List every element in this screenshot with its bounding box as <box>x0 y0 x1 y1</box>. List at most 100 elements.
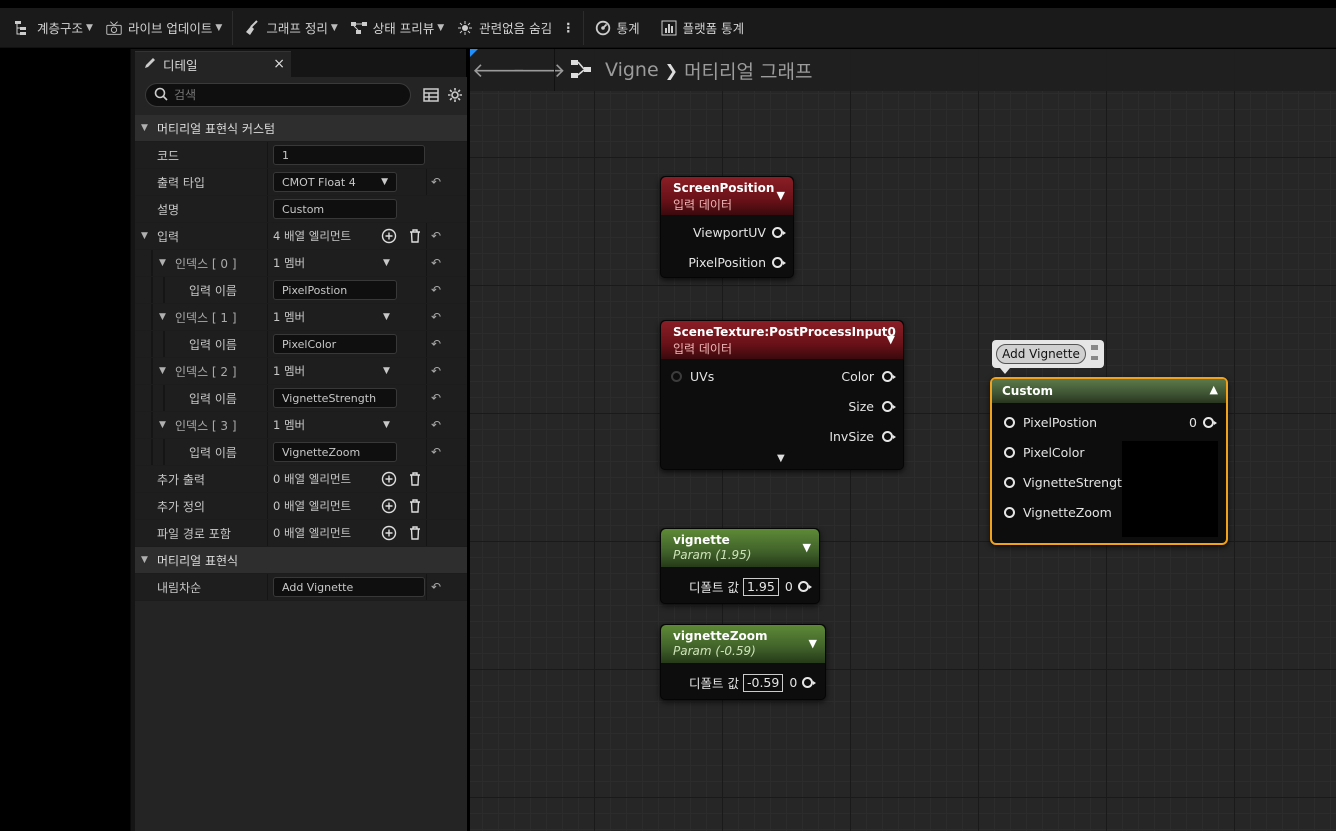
output-pin-invsize[interactable]: InvSize <box>829 429 896 444</box>
add-element-icon[interactable] <box>381 228 397 247</box>
input-name-field[interactable]: VignetteStrength <box>273 388 397 408</box>
output-type-dropdown[interactable]: CMOT Float 4 ▼ <box>273 172 397 192</box>
input-pin-uvs[interactable]: UVs <box>671 369 714 384</box>
node-custom[interactable]: Custom ▲ PixelPostion 0 PixelColor Vigne… <box>990 377 1228 545</box>
back-arrow-icon[interactable]: 🡐 <box>472 58 526 82</box>
clean-graph-button[interactable]: 그래프 정리 ▼ <box>237 8 343 47</box>
input-pin-pixelpostion[interactable]: PixelPostion <box>1004 415 1097 430</box>
category-material-expression[interactable]: ▼ 머티리얼 표현식 <box>135 547 467 574</box>
output-pin-icon[interactable] <box>797 581 812 592</box>
reset-icon[interactable]: ↶ <box>431 310 441 324</box>
breadcrumb-root[interactable]: Vigne <box>605 59 659 81</box>
trash-icon[interactable] <box>407 228 423 247</box>
chevron-down-icon[interactable]: ▼ <box>383 366 390 376</box>
reset-icon[interactable]: ↶ <box>431 364 441 378</box>
chevron-down-icon[interactable]: ▼ <box>383 312 390 322</box>
trash-icon[interactable] <box>407 525 423 544</box>
description-field[interactable]: Custom <box>273 199 397 219</box>
add-element-icon[interactable] <box>381 471 397 490</box>
platform-stats-button[interactable]: 플랫폼 통계 <box>654 8 750 47</box>
input-index-1[interactable]: ▼ 인덱스 [ 1 ] 1 멤버 ▼ ↶ <box>135 304 467 331</box>
output-pin-icon[interactable] <box>772 257 786 268</box>
chevron-down-icon[interactable]: ▼ <box>803 541 811 554</box>
code-field[interactable]: 1 <box>273 145 425 165</box>
reset-icon[interactable]: ↶ <box>431 391 441 405</box>
property-label: 파일 경로 포함 <box>157 526 231 541</box>
node-screen-position[interactable]: ScreenPosition 입력 데이터 ▼ ViewportUV Pixel… <box>660 176 794 278</box>
reset-icon[interactable]: ↶ <box>431 256 441 270</box>
search-box[interactable] <box>145 83 411 107</box>
output-pin-icon[interactable] <box>772 227 786 238</box>
node-title: SceneTexture:PostProcessInput0 <box>673 325 896 339</box>
chevron-down-icon[interactable]: ▼ <box>887 333 895 346</box>
trash-icon[interactable] <box>407 471 423 490</box>
add-element-icon[interactable] <box>381 525 397 544</box>
output-pin-icon[interactable] <box>802 677 817 688</box>
node-scene-texture[interactable]: SceneTexture:PostProcessInput0 입력 데이터 ▼ … <box>660 320 904 470</box>
live-update-button[interactable]: 라이브 업데이트 ▼ <box>99 8 228 47</box>
property-inputs[interactable]: ▼ 입력 4 배열 엘리먼트 ↶ <box>135 223 467 250</box>
output-pin-icon[interactable] <box>1203 417 1217 428</box>
reset-icon[interactable]: ↶ <box>431 337 441 351</box>
reset-icon[interactable]: ↶ <box>431 418 441 432</box>
output-pin-color[interactable]: Color <box>841 369 896 384</box>
output-pin-icon[interactable] <box>882 371 896 382</box>
reset-icon[interactable]: ↶ <box>431 283 441 297</box>
hierarchy-button[interactable]: 계층구조 ▼ <box>0 8 99 47</box>
default-value-field[interactable]: 1.95 <box>742 577 779 596</box>
expand-chevron-icon[interactable]: ▼ <box>777 453 785 464</box>
node-vignette-param[interactable]: vignette Param (1.95) ▼ 디폴트 값 1.95 0 <box>660 528 820 604</box>
output-pin-icon[interactable] <box>882 401 896 412</box>
input-pin-icon[interactable] <box>1004 507 1015 518</box>
chevron-down-icon[interactable]: ▼ <box>383 258 390 268</box>
default-value-field[interactable]: -0.59 <box>742 673 784 692</box>
add-element-icon[interactable] <box>381 498 397 517</box>
tab-details[interactable]: 디테일 × <box>135 51 291 77</box>
more-options-button[interactable]: ⋮ <box>558 8 579 47</box>
pin-label: VignetteZoom <box>1023 505 1112 520</box>
chevron-down-icon[interactable]: ▼ <box>383 420 390 430</box>
output-pin-0[interactable]: 0 <box>1189 415 1217 430</box>
input-name-field[interactable]: PixelPostion <box>273 280 397 300</box>
chevron-down-icon[interactable]: ▼ <box>777 189 785 202</box>
gear-icon[interactable] <box>447 87 463 106</box>
input-pin-icon[interactable] <box>1004 447 1015 458</box>
category-custom-expression[interactable]: ▼ 머티리얼 표현식 커스텀 <box>135 115 467 142</box>
input-index-3[interactable]: ▼ 인덱스 [ 3 ] 1 멤버 ▼ ↶ <box>135 412 467 439</box>
output-pin-viewportuv[interactable]: ViewportUV <box>693 225 786 240</box>
input-pin-icon[interactable] <box>1004 417 1015 428</box>
category-label: 머티리얼 표현식 커스텀 <box>157 121 276 136</box>
input-pin-vignettezoom[interactable]: VignetteZoom <box>1004 505 1112 520</box>
reset-icon[interactable]: ↶ <box>431 175 441 189</box>
input-pin-vignettestrength[interactable]: VignetteStrength <box>1004 475 1130 490</box>
input-index-0[interactable]: ▼ 인덱스 [ 0 ] 1 멤버 ▼ ↶ <box>135 250 467 277</box>
node-comment-bubble[interactable]: Add Vignette <box>992 340 1104 374</box>
output-pin-size[interactable]: Size <box>848 399 896 414</box>
input-pin-icon[interactable] <box>1004 477 1015 488</box>
state-preview-button[interactable]: 상태 프리뷰 ▼ <box>344 8 450 47</box>
hide-unrelated-button[interactable]: 관련없음 숨김 <box>450 8 558 47</box>
chevron-down-icon: ▼ <box>381 177 388 187</box>
reset-icon[interactable]: ↶ <box>431 445 441 459</box>
pin-comment-icon[interactable] <box>1090 343 1100 366</box>
node-vignette-zoom-param[interactable]: vignetteZoom Param (-0.59) ▼ 디폴트 값 -0.59… <box>660 624 826 700</box>
input-index-2[interactable]: ▼ 인덱스 [ 2 ] 1 멤버 ▼ ↶ <box>135 358 467 385</box>
forward-arrow-icon[interactable]: 🡒 <box>512 58 566 82</box>
close-icon[interactable]: × <box>273 56 285 72</box>
input-pin-pixelcolor[interactable]: PixelColor <box>1004 445 1085 460</box>
stats-button[interactable]: 통계 <box>588 8 646 47</box>
input-name-field[interactable]: PixelColor <box>273 334 397 354</box>
trash-icon[interactable] <box>407 498 423 517</box>
input-name-field[interactable]: VignetteZoom <box>273 442 397 462</box>
output-pin-icon[interactable] <box>882 431 896 442</box>
reset-icon[interactable]: ↶ <box>431 580 441 594</box>
output-pin-pixelposition[interactable]: PixelPosition <box>688 255 786 270</box>
reset-icon[interactable]: ↶ <box>431 229 441 243</box>
comment-text[interactable]: Add Vignette <box>996 344 1086 364</box>
input-pin-icon[interactable] <box>671 371 682 382</box>
chevron-down-icon[interactable]: ▼ <box>809 637 817 650</box>
table-view-icon[interactable] <box>423 87 439 106</box>
search-input[interactable] <box>174 88 394 102</box>
chevron-up-icon[interactable]: ▲ <box>1210 383 1218 396</box>
desc-field[interactable]: Add Vignette <box>273 577 425 597</box>
